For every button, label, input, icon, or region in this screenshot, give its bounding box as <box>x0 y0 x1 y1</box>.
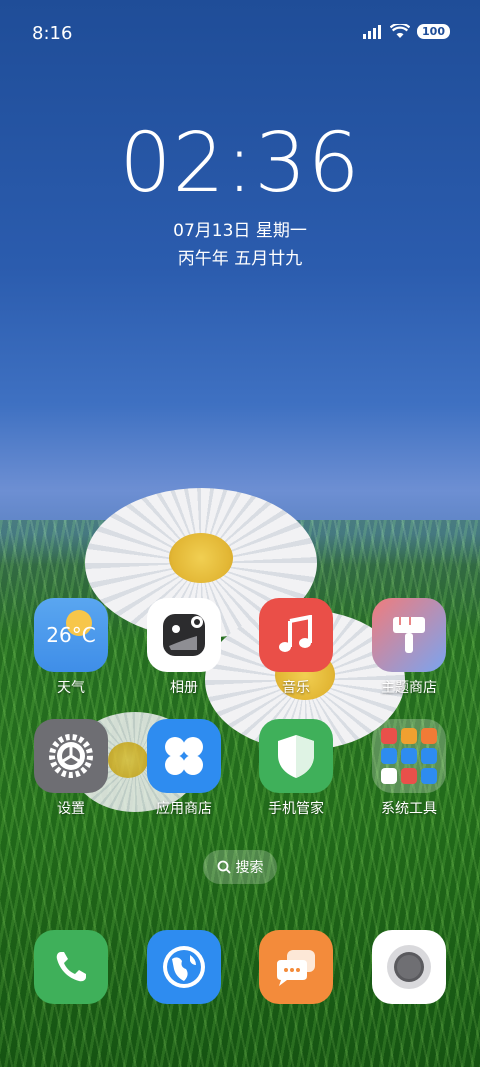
home-screen: 8:16 100 02:36 07月13日 星期一 丙午年 五月廿九 26°C … <box>0 0 480 1067</box>
date-text: 07月13日 星期一 <box>173 221 307 241</box>
lunar-date-text: 丙午年 五月廿九 <box>177 249 303 269</box>
app-store[interactable]: 应用商店 <box>136 719 232 818</box>
app-weather[interactable]: 26°C 天气 <box>23 598 119 697</box>
music-note-icon <box>259 598 333 672</box>
gallery-icon <box>147 598 221 672</box>
status-time: 8:16 <box>32 23 73 44</box>
app-label: 系统工具 <box>381 801 437 817</box>
app-label: 应用商店 <box>156 801 212 817</box>
phone-icon <box>34 930 108 1004</box>
app-music[interactable]: 音乐 <box>248 598 344 697</box>
dock-browser[interactable] <box>136 930 232 1004</box>
status-bar: 8:16 100 <box>0 0 480 66</box>
app-label: 手机管家 <box>268 801 324 817</box>
app-theme-store[interactable]: 主题商店 <box>361 598 457 697</box>
search-label: 搜索 <box>235 860 264 876</box>
weather-temp: 26°C <box>46 623 96 647</box>
app-label: 天气 <box>57 680 85 696</box>
search-button[interactable]: 搜索 <box>203 850 277 884</box>
battery-indicator: 100 <box>417 24 450 39</box>
folder-icon <box>372 719 446 793</box>
wifi-icon <box>390 24 411 38</box>
home-clock[interactable]: 02:36 <box>0 116 480 211</box>
paint-brush-icon <box>372 598 446 672</box>
app-settings[interactable]: 设置 <box>23 719 119 818</box>
dock-messages[interactable] <box>248 930 344 1004</box>
app-label: 音乐 <box>282 680 310 696</box>
browser-icon <box>147 930 221 1004</box>
app-store-icon <box>147 719 221 793</box>
app-label: 主题商店 <box>381 680 437 696</box>
signal-icon <box>363 24 382 39</box>
messages-icon <box>259 930 333 1004</box>
folder-system-tools[interactable]: 系统工具 <box>361 719 457 818</box>
gear-icon <box>34 719 108 793</box>
app-gallery[interactable]: 相册 <box>136 598 232 697</box>
dock-phone[interactable] <box>23 930 119 1004</box>
dock-camera[interactable] <box>361 930 457 1004</box>
app-phone-manager[interactable]: 手机管家 <box>248 719 344 818</box>
app-label: 设置 <box>57 801 85 817</box>
search-icon <box>217 860 231 874</box>
camera-icon <box>372 930 446 1004</box>
shield-icon <box>259 719 333 793</box>
app-label: 相册 <box>170 680 198 696</box>
weather-icon: 26°C <box>34 598 108 672</box>
